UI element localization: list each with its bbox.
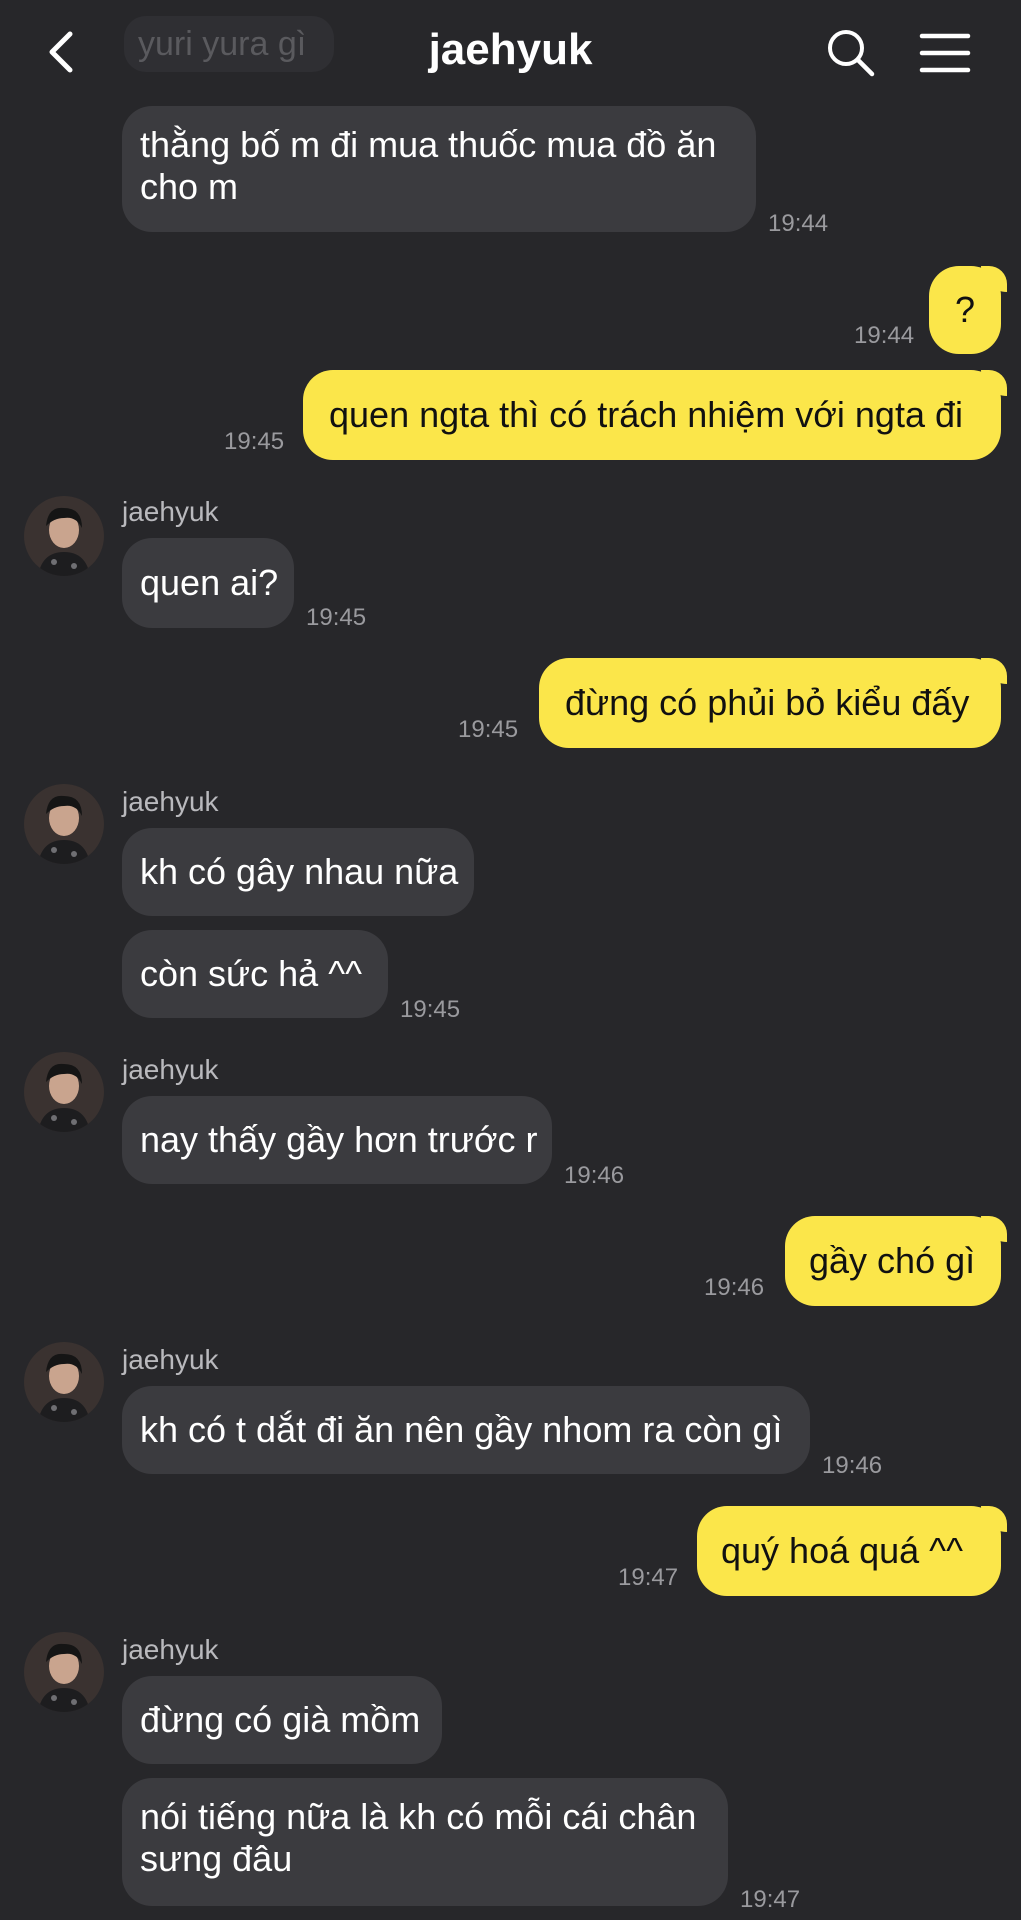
message-text: kh có t dắt đi ăn nên gầy nhom ra còn gì — [140, 1409, 783, 1450]
message-time: 19:47 — [618, 1564, 679, 1591]
message-text: quen ai? — [140, 562, 279, 603]
message-time: 19:45 — [306, 604, 367, 631]
message-text: kh có gây nhau nữa — [140, 851, 459, 892]
message-text: quý hoá quá ^^ — [721, 1530, 963, 1571]
message-text: ? — [954, 289, 976, 330]
avatar-photo — [24, 1052, 104, 1132]
message-text: quen ngta thì có trách nhiệm với ngta đi — [329, 394, 963, 435]
contact-avatar[interactable] — [24, 1632, 104, 1712]
message-text: nói tiếng nữa là kh có mỗi cái chân sưng… — [140, 1796, 697, 1879]
avatar-photo — [24, 784, 104, 864]
outgoing-message[interactable]: gầy chó gì — [785, 1216, 1001, 1306]
message-time: 19:44 — [854, 322, 915, 349]
sender-name: jaehyuk — [122, 496, 219, 527]
outgoing-message[interactable]: quen ngta thì có trách nhiệm với ngta đi — [303, 370, 1001, 460]
contact-avatar[interactable] — [24, 1052, 104, 1132]
menu-button[interactable] — [918, 28, 972, 78]
incoming-message[interactable]: quen ai? — [122, 538, 294, 628]
sender-name: jaehyuk — [122, 1634, 219, 1665]
avatar-photo — [24, 496, 104, 576]
incoming-message[interactable]: kh có t dắt đi ăn nên gầy nhom ra còn gì — [122, 1386, 810, 1474]
message-text: gầy chó gì — [809, 1240, 976, 1281]
menu-icon — [919, 33, 971, 73]
incoming-message[interactable]: nói tiếng nữa là kh có mỗi cái chân sưng… — [122, 1778, 728, 1906]
incoming-message[interactable]: kh có gây nhau nữa — [122, 828, 474, 916]
avatar-photo — [24, 1342, 104, 1422]
incoming-message[interactable]: thằng bố m đi mua thuốc mua đồ ăn cho m — [122, 106, 756, 232]
message-time: 19:45 — [458, 716, 519, 743]
search-icon — [828, 30, 875, 77]
contact-avatar[interactable] — [24, 496, 104, 576]
message-time: 19:45 — [400, 996, 461, 1023]
incoming-message[interactable]: còn sức hả ^^ — [122, 930, 388, 1018]
message-time: 19:45 — [224, 428, 285, 455]
message-time: 19:46 — [564, 1162, 625, 1189]
avatar-photo — [24, 1632, 104, 1712]
incoming-message[interactable]: nay thấy gầy hơn trước r — [122, 1096, 552, 1184]
contact-avatar[interactable] — [24, 1342, 104, 1422]
sender-name: jaehyuk — [122, 1054, 219, 1085]
message-time: 19:46 — [822, 1452, 883, 1479]
outgoing-message[interactable]: ? — [929, 266, 1001, 354]
message-text: đừng có già mồm — [140, 1699, 421, 1740]
message-time: 19:44 — [768, 210, 829, 237]
sender-name: jaehyuk — [122, 786, 219, 817]
message-text: còn sức hả ^^ — [140, 953, 362, 994]
message-text: thằng bố m đi mua thuốc mua đồ ăn cho m — [140, 124, 717, 207]
message-text: đừng có phủi bỏ kiểu đấy — [565, 682, 970, 723]
outgoing-message[interactable]: quý hoá quá ^^ — [697, 1506, 1001, 1596]
search-button[interactable] — [824, 26, 876, 78]
outgoing-message[interactable]: đừng có phủi bỏ kiểu đấy — [539, 658, 1001, 748]
message-time: 19:47 — [740, 1886, 801, 1913]
sender-name: jaehyuk — [122, 1344, 219, 1375]
contact-avatar[interactable] — [24, 784, 104, 864]
incoming-message[interactable]: đừng có già mồm — [122, 1676, 442, 1764]
message-time: 19:46 — [704, 1274, 765, 1301]
message-text: nay thấy gầy hơn trước r — [140, 1119, 538, 1160]
